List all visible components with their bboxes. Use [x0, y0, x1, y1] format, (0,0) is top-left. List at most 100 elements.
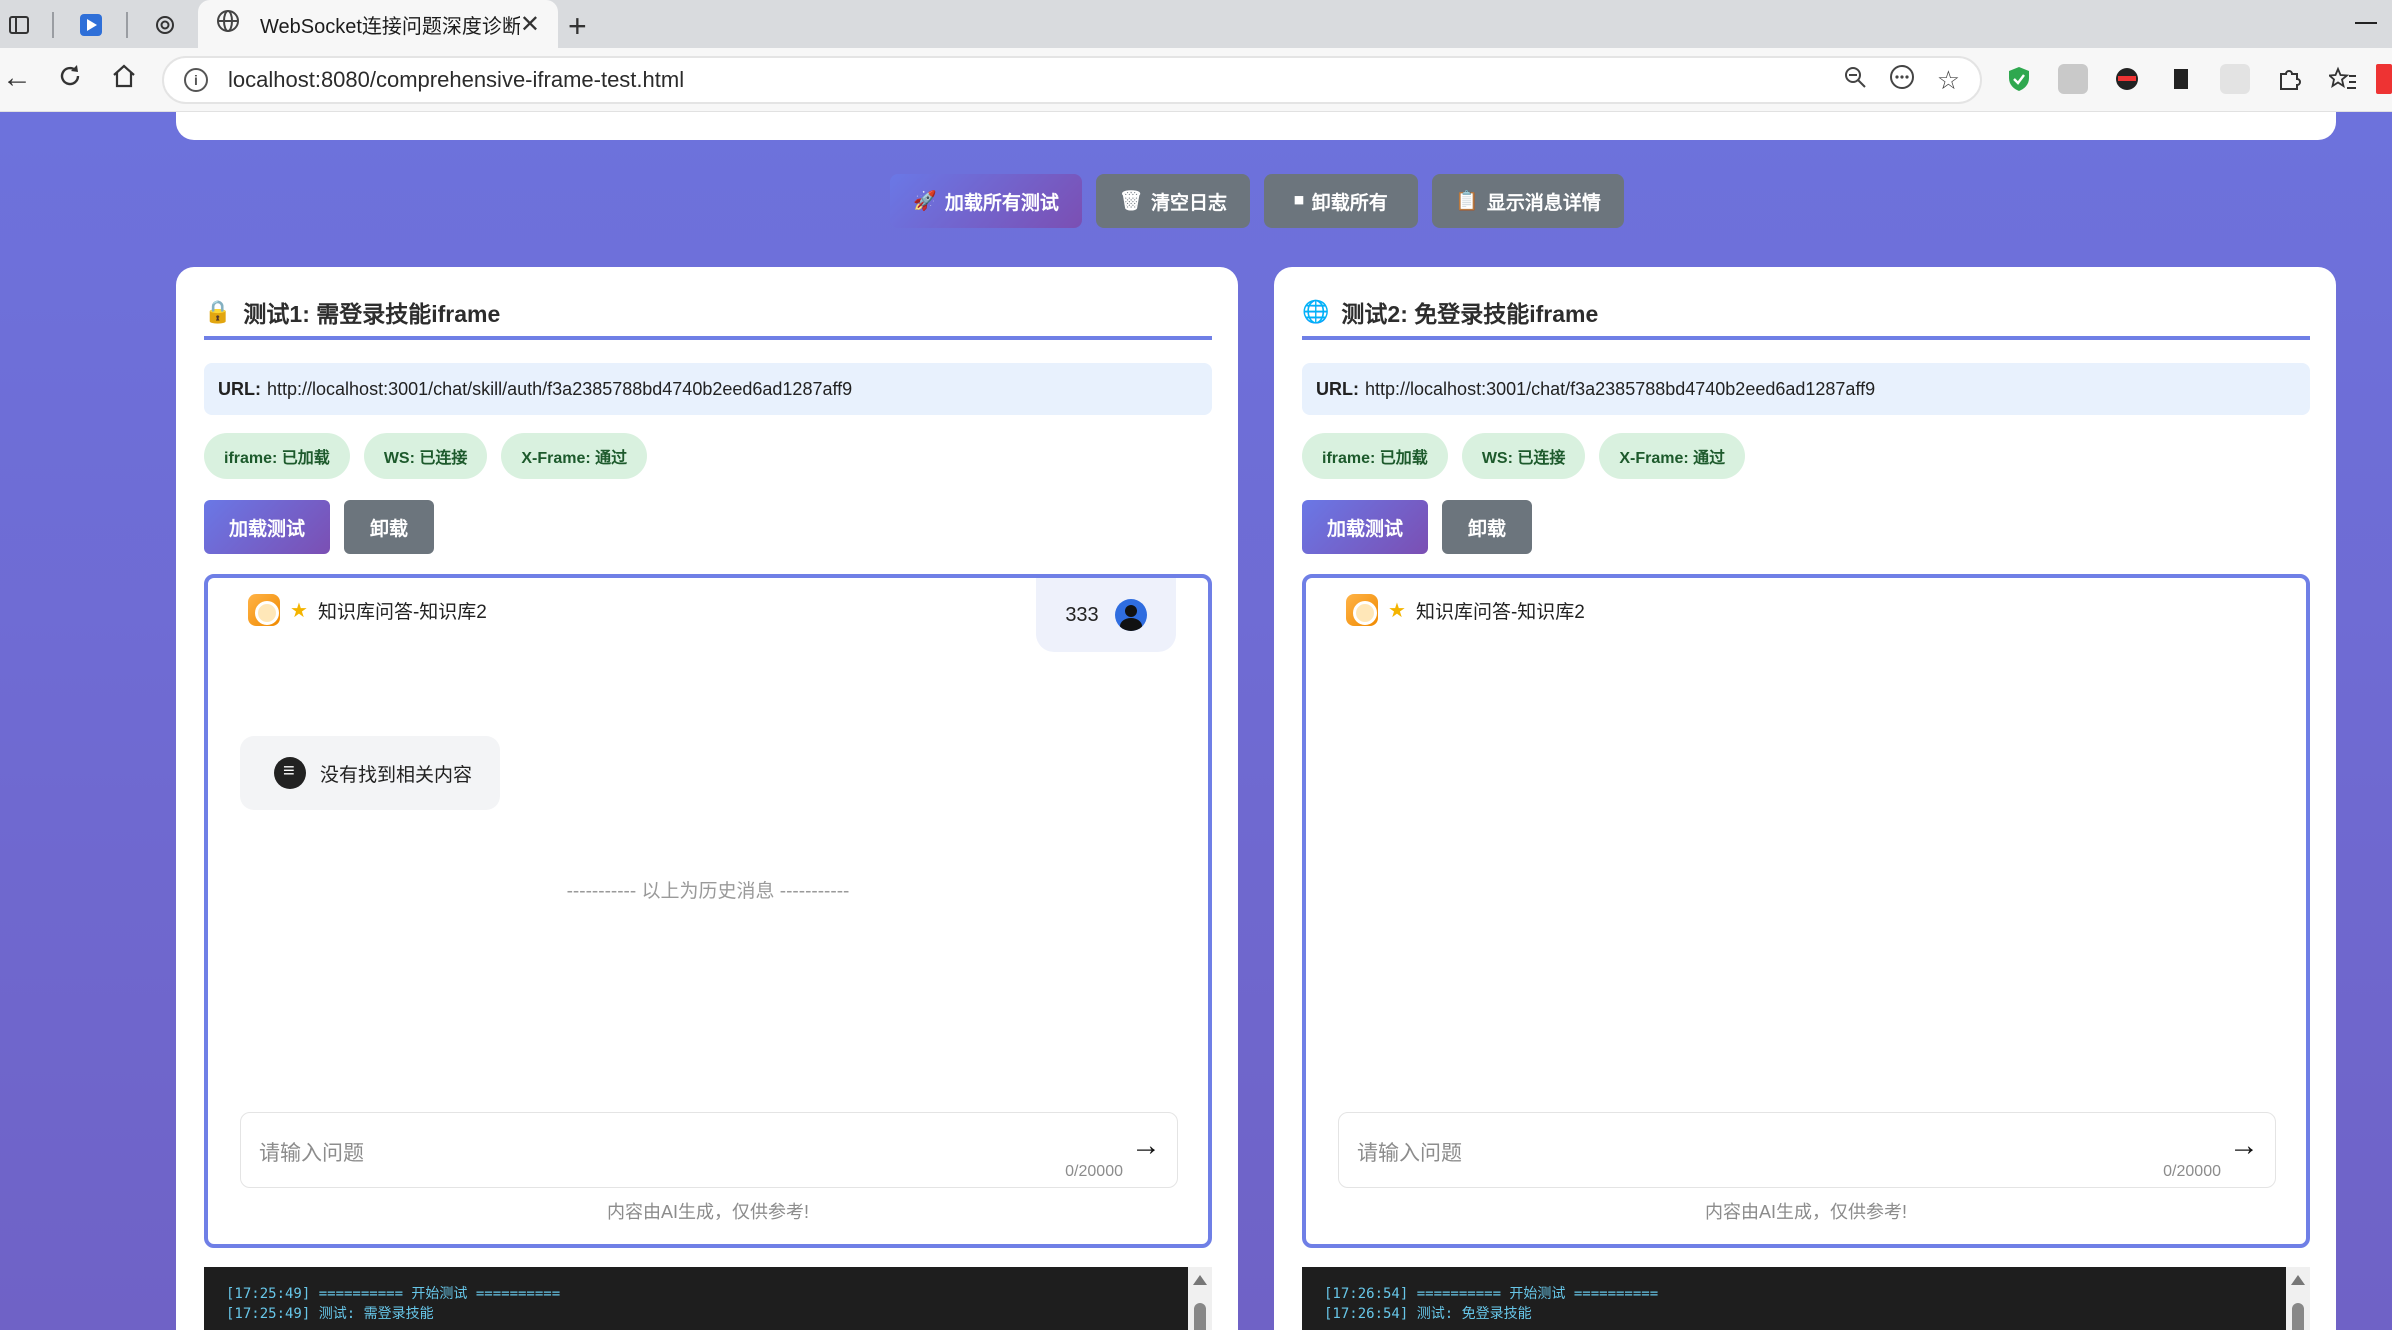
load-test-button[interactable]: 加载测试: [204, 500, 330, 554]
question-input[interactable]: 请输入问题 → 0/20000: [240, 1112, 1178, 1188]
back-icon[interactable]: ←: [2, 62, 32, 94]
title-divider: [1302, 336, 2310, 340]
iframe-status-badge: iframe: 已加载: [204, 433, 350, 479]
app-logo-icon: [248, 594, 280, 626]
rocket-icon: 🚀: [913, 191, 937, 212]
site-info-icon[interactable]: i: [184, 68, 208, 92]
ninja-extension-icon[interactable]: [2112, 64, 2142, 94]
log-console: [17:25:49] ========== 开始测试 ========== [1…: [204, 1267, 1188, 1330]
page-content: 🚀 加载所有测试 🗑 清空日志 ⏹ 卸载所有 📋 显示消息详情 🔒 测试1: 需登录技能…: [0, 112, 2392, 1330]
url-text[interactable]: localhost:8080/comprehensive-iframe-test…: [228, 67, 1821, 93]
star-icon: ★: [290, 599, 308, 622]
active-tab[interactable]: WebSocket连接问题深度诊断 ✕: [198, 0, 558, 48]
chat-header: ★ 知识库问答-知识库2: [248, 594, 487, 626]
log-scrollbar[interactable]: [2286, 1267, 2310, 1330]
app-logo-icon: [1346, 594, 1378, 626]
ws-status-badge: WS: 已连接: [1461, 433, 1586, 479]
lock-icon: 🔒: [204, 299, 232, 324]
panel-title-text: 测试1: 需登录技能iframe: [243, 301, 501, 327]
bot-message-text: 没有找到相关内容: [320, 764, 473, 786]
browser-tab-bar: WebSocket连接问题深度诊断 ✕ +: [0, 0, 2392, 48]
favorites-list-icon[interactable]: [2328, 64, 2358, 94]
chat-header: ★ 知识库问答-知识库2: [1346, 594, 1585, 626]
bot-message-bubble: 没有找到相关内容: [240, 736, 500, 810]
tab-separator: [126, 12, 128, 38]
ai-disclaimer: 内容由AI生成，仅供参考!: [1704, 1202, 1907, 1222]
unload-button[interactable]: 卸载: [344, 500, 434, 554]
status-badges: iframe: 已加载 WS: 已连接 X-Frame: 通过: [204, 433, 648, 479]
iframe-status-badge: iframe: 已加载: [1302, 433, 1448, 479]
zoom-out-icon[interactable]: [1843, 65, 1867, 96]
question-placeholder: 请输入问题: [1357, 1142, 1462, 1165]
char-counter: 0/20000: [2163, 1163, 2221, 1180]
stop-icon: ⏹: [1294, 190, 1304, 211]
minimize-window-icon[interactable]: [2355, 22, 2377, 24]
test-panel-1: 🔒 测试1: 需登录技能iframe URL: http://localhost…: [176, 267, 1238, 1330]
media-tab-icon[interactable]: [78, 12, 104, 38]
sidebar-toggle-icon[interactable]: [6, 12, 32, 38]
trash-icon: 🗑: [1118, 191, 1144, 212]
url-display: URL: http://localhost:3001/chat/skill/au…: [204, 363, 1212, 415]
address-bar[interactable]: i localhost:8080/comprehensive-iframe-te…: [162, 56, 1982, 104]
extension-icon[interactable]: [2058, 64, 2088, 94]
home-icon[interactable]: [110, 62, 138, 97]
close-tab-icon[interactable]: ✕: [520, 10, 540, 39]
unload-button[interactable]: 卸载: [1442, 500, 1532, 554]
bot-avatar-icon: [274, 757, 306, 789]
log-line: [17:25:49] 测试: 需登录技能: [226, 1306, 434, 1322]
history-divider: ----------- 以上为历史消息 -----------: [566, 881, 850, 902]
favorite-star-icon[interactable]: ☆: [1937, 65, 1960, 96]
tab-title: WebSocket连接问题深度诊断: [260, 15, 520, 38]
load-all-button[interactable]: 🚀 加载所有测试: [890, 174, 1082, 228]
scrollbar-thumb[interactable]: [2292, 1303, 2304, 1330]
scroll-up-arrow-icon[interactable]: [1193, 1275, 1207, 1285]
log-console: [17:26:54] ========== 开始测试 ========== [1…: [1302, 1267, 2286, 1330]
clear-log-button[interactable]: 🗑 清空日志: [1096, 174, 1250, 228]
unload-all-label: 卸载所有: [1311, 192, 1388, 214]
panel-title: 🔒 测试1: 需登录技能iframe: [204, 295, 500, 329]
log-line: [17:25:49] ========== 开始测试 ==========: [226, 1286, 561, 1302]
question-input[interactable]: 请输入问题 → 0/20000: [1338, 1112, 2276, 1188]
log-scrollbar[interactable]: [1188, 1267, 1212, 1330]
openai-tab-icon[interactable]: [152, 12, 178, 38]
scroll-up-arrow-icon[interactable]: [2291, 1275, 2305, 1285]
tab-separator: [52, 12, 54, 38]
panel-title: 🌐 测试2: 免登录技能iframe: [1302, 295, 1598, 329]
document-extension-icon[interactable]: [2166, 64, 2196, 94]
send-arrow-icon[interactable]: →: [2229, 1129, 2259, 1163]
header-card: [176, 112, 2336, 140]
xframe-status-badge: X-Frame: 通过: [1599, 433, 1746, 479]
reload-icon[interactable]: [56, 62, 84, 97]
chat-iframe[interactable]: ★ 知识库问答-知识库2 333 没有找到相关内容 ----------- 以上…: [204, 574, 1212, 1248]
scrollbar-thumb[interactable]: [1194, 1303, 1206, 1330]
url-value: http://localhost:3001/chat/skill/auth/f3…: [267, 378, 853, 399]
chat-iframe[interactable]: ★ 知识库问答-知识库2 请输入问题 → 0/20000 内容由AI生成，仅供参…: [1302, 574, 2310, 1248]
url-display: URL: http://localhost:3001/chat/f3a23857…: [1302, 363, 2310, 415]
unload-all-button[interactable]: ⏹ 卸载所有: [1264, 174, 1418, 228]
log-line: [17:26:54] ========== 开始测试 ==========: [1324, 1286, 1659, 1302]
show-details-button[interactable]: 📋 显示消息详情: [1432, 174, 1624, 228]
chat-title: 知识库问答-知识库2: [1415, 601, 1585, 623]
extensions-puzzle-icon[interactable]: [2274, 64, 2304, 94]
clear-log-label: 清空日志: [1151, 192, 1228, 214]
shield-extension-icon[interactable]: [2004, 64, 2034, 94]
clipboard-icon: 📋: [1455, 191, 1479, 212]
extension-icon[interactable]: [2220, 64, 2250, 94]
question-placeholder: 请输入问题: [259, 1142, 364, 1165]
user-message-text: 333: [1065, 603, 1099, 626]
reading-mode-icon[interactable]: [1889, 64, 1915, 97]
globe-icon: [216, 9, 244, 40]
chat-title: 知识库问答-知识库2: [317, 601, 487, 623]
log-line: [17:26:54] 测试: 免登录技能: [1324, 1306, 1532, 1322]
star-icon: ★: [1388, 599, 1406, 622]
new-tab-icon[interactable]: +: [568, 8, 587, 45]
send-arrow-icon[interactable]: →: [1131, 1129, 1161, 1163]
title-divider: [204, 336, 1212, 340]
url-label: URL:: [1316, 378, 1359, 399]
extension-overflow-icon[interactable]: [2376, 64, 2392, 94]
load-all-label: 加载所有测试: [944, 192, 1059, 214]
panel-title-text: 测试2: 免登录技能iframe: [1341, 301, 1599, 327]
load-test-button[interactable]: 加载测试: [1302, 500, 1428, 554]
user-avatar-icon: [1114, 599, 1147, 631]
user-message-bubble: 333: [1036, 578, 1176, 652]
